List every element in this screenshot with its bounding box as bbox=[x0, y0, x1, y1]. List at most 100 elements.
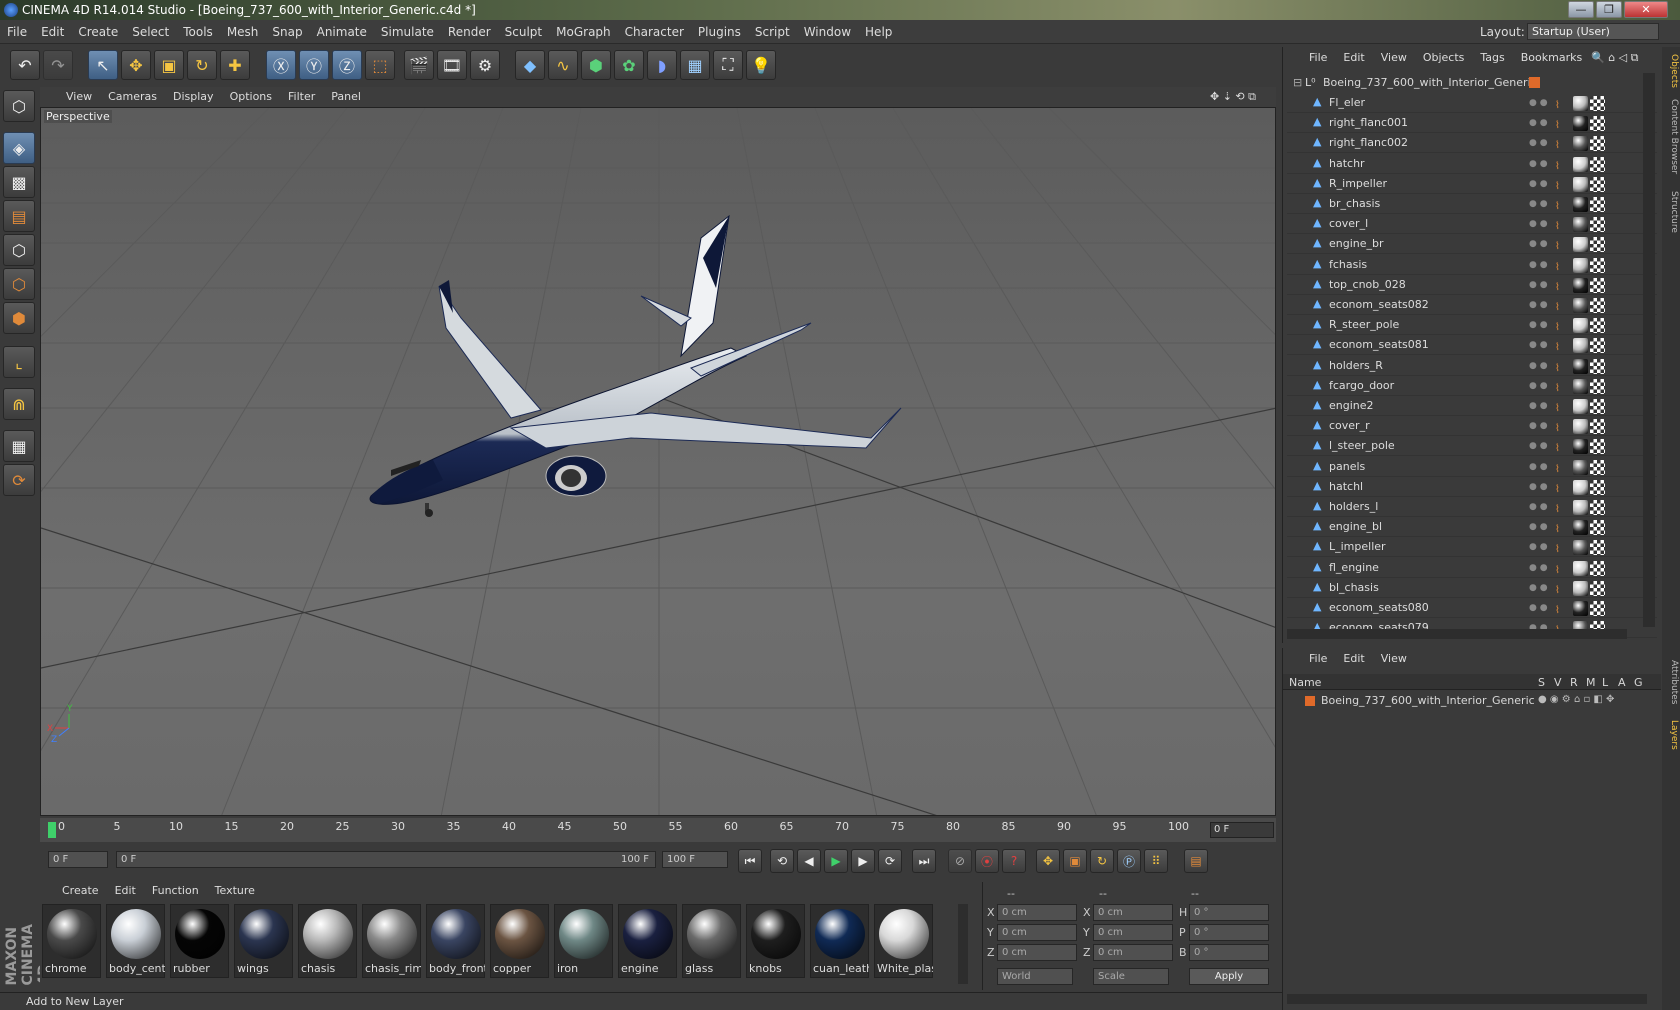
close-button[interactable]: ✕ bbox=[1624, 1, 1668, 18]
phong-tag-icon[interactable]: ⌇ bbox=[1555, 460, 1570, 475]
material-swatch[interactable]: cuan_leath bbox=[810, 904, 869, 978]
world-dropdown[interactable]: World bbox=[997, 968, 1073, 985]
object-row[interactable]: ▲ fcargo_door ● ● ⌇ bbox=[1287, 376, 1657, 396]
maximize-button[interactable]: ❐ bbox=[1596, 1, 1622, 18]
object-menu-view[interactable]: View bbox=[1373, 47, 1415, 69]
layer-color-swatch[interactable] bbox=[1529, 77, 1540, 88]
visibility-dots-icon[interactable]: ● ● bbox=[1529, 497, 1555, 517]
redo-icon[interactable]: ↷ bbox=[43, 50, 73, 80]
polygons-mode-icon[interactable]: ⬢ bbox=[3, 302, 35, 334]
menu-file[interactable]: File bbox=[0, 20, 34, 44]
menu-animate[interactable]: Animate bbox=[310, 20, 374, 44]
phong-tag-icon[interactable]: ⌇ bbox=[1555, 237, 1570, 252]
material-swatch[interactable]: rubber bbox=[170, 904, 229, 978]
axis-mode-icon[interactable]: ⌞ bbox=[3, 346, 35, 378]
key-pla-icon[interactable]: ⠿ bbox=[1144, 849, 1168, 873]
viewport-menu-display[interactable]: Display bbox=[165, 87, 222, 107]
rotate-icon[interactable]: ↻ bbox=[187, 50, 217, 80]
layer-menu-file[interactable]: File bbox=[1301, 648, 1335, 670]
object-menu-file[interactable]: File bbox=[1301, 47, 1335, 69]
texture-tag-icon[interactable] bbox=[1590, 197, 1605, 212]
key-param-icon[interactable]: Ⓟ bbox=[1117, 849, 1141, 873]
expand-toggle-icon[interactable]: ⊟ bbox=[1293, 73, 1302, 92]
phong-tag-icon[interactable]: ⌇ bbox=[1555, 136, 1570, 151]
object-row[interactable]: ▲ l_steer_pole ● ● ⌇ bbox=[1287, 436, 1657, 457]
object-row[interactable]: ▲ bl_chasis ● ● ⌇ bbox=[1287, 578, 1657, 598]
y-axis-lock-icon[interactable]: Ⓨ bbox=[299, 50, 329, 80]
material-menu-texture[interactable]: Texture bbox=[207, 882, 263, 900]
menu-mesh[interactable]: Mesh bbox=[220, 20, 266, 44]
rot-p-field[interactable]: 0 ° bbox=[1189, 924, 1269, 941]
object-row[interactable]: ▲ top_cnob_028 ● ● ⌇ bbox=[1287, 275, 1657, 295]
object-menu-tags[interactable]: Tags bbox=[1472, 47, 1512, 69]
texture-mode-icon[interactable]: ▩ bbox=[3, 166, 35, 198]
z-axis-lock-icon[interactable]: Ⓩ bbox=[332, 50, 362, 80]
phong-tag-icon[interactable]: ⌇ bbox=[1555, 177, 1570, 192]
visibility-dots-icon[interactable]: ● ● bbox=[1529, 457, 1555, 477]
timeline-window-icon[interactable]: ▤ bbox=[1184, 849, 1208, 873]
subdivision-icon[interactable]: ⬢ bbox=[581, 50, 611, 80]
phong-tag-icon[interactable]: ⌇ bbox=[1555, 359, 1570, 374]
material-swatch[interactable]: body_front bbox=[426, 904, 485, 978]
menu-mograph[interactable]: MoGraph bbox=[549, 20, 618, 44]
goto-start-icon[interactable]: ⏮ bbox=[738, 849, 762, 873]
object-row[interactable]: ▲ L_impeller ● ● ⌇ bbox=[1287, 537, 1657, 558]
phong-tag-icon[interactable]: ⌇ bbox=[1555, 96, 1570, 111]
size-y-field[interactable]: 0 cm bbox=[1093, 924, 1173, 941]
material-tag-icon[interactable] bbox=[1573, 378, 1588, 394]
menu-sculpt[interactable]: Sculpt bbox=[498, 20, 549, 44]
material-tag-icon[interactable] bbox=[1573, 116, 1588, 132]
object-row[interactable]: ▲ panels ● ● ⌇ bbox=[1287, 457, 1657, 477]
texture-tag-icon[interactable] bbox=[1590, 338, 1605, 354]
visibility-dots-icon[interactable]: ● ● bbox=[1529, 335, 1555, 355]
visibility-dots-icon[interactable]: ● ● bbox=[1529, 315, 1555, 335]
material-tag-icon[interactable] bbox=[1573, 257, 1588, 273]
render-settings-icon[interactable]: ⚙ bbox=[470, 50, 500, 80]
texture-tag-icon[interactable] bbox=[1590, 580, 1605, 596]
material-tag-icon[interactable] bbox=[1573, 338, 1588, 354]
material-menu-edit[interactable]: Edit bbox=[107, 882, 144, 900]
object-vscrollbar[interactable] bbox=[1643, 73, 1655, 627]
snap-icon[interactable]: ⋒ bbox=[3, 388, 35, 420]
menu-select[interactable]: Select bbox=[125, 20, 176, 44]
object-row[interactable]: ▲ hatchr ● ● ⌇ bbox=[1287, 154, 1657, 174]
tab-content-browser[interactable]: Content Browser bbox=[1663, 97, 1679, 177]
visibility-dots-icon[interactable]: ● ● bbox=[1529, 174, 1555, 194]
object-menu-bookmarks[interactable]: Bookmarks bbox=[1513, 47, 1590, 69]
phong-tag-icon[interactable]: ⌇ bbox=[1555, 480, 1570, 495]
object-row[interactable]: ▲ fl_engine ● ● ⌇ bbox=[1287, 558, 1657, 578]
texture-tag-icon[interactable] bbox=[1590, 318, 1605, 334]
phong-tag-icon[interactable]: ⌇ bbox=[1555, 298, 1570, 313]
menu-render[interactable]: Render bbox=[441, 20, 498, 44]
undo-icon[interactable]: ↶ bbox=[10, 50, 40, 80]
object-row[interactable]: ▲ engine_br ● ● ⌇ bbox=[1287, 234, 1657, 255]
material-tag-icon[interactable] bbox=[1573, 237, 1588, 253]
texture-tag-icon[interactable] bbox=[1590, 217, 1605, 233]
material-menu-create[interactable]: Create bbox=[54, 882, 107, 900]
phong-tag-icon[interactable]: ⌇ bbox=[1555, 439, 1570, 454]
material-tag-icon[interactable] bbox=[1573, 399, 1588, 414]
visibility-dots-icon[interactable]: ● ● bbox=[1529, 396, 1555, 416]
object-row[interactable]: ▲ fchasis ● ● ⌇ bbox=[1287, 255, 1657, 275]
object-row[interactable]: ▲ right_flanc002 ● ● ⌇ bbox=[1287, 133, 1657, 154]
coordinate-system-icon[interactable]: ⬚ bbox=[365, 50, 395, 80]
phong-tag-icon[interactable]: ⌇ bbox=[1555, 217, 1570, 232]
material-tag-icon[interactable] bbox=[1573, 439, 1588, 455]
texture-tag-icon[interactable] bbox=[1590, 479, 1605, 495]
minimize-button[interactable]: — bbox=[1568, 1, 1594, 18]
material-tag-icon[interactable] bbox=[1573, 136, 1588, 152]
phong-tag-icon[interactable]: ⌇ bbox=[1555, 338, 1570, 353]
texture-tag-icon[interactable] bbox=[1590, 237, 1605, 253]
render-view-icon[interactable]: 🎬 bbox=[404, 50, 434, 80]
perspective-viewport[interactable]: X Y Z Perspective bbox=[40, 107, 1276, 816]
cube-icon[interactable]: ◆ bbox=[515, 50, 545, 80]
tab-layers[interactable]: Layers bbox=[1663, 715, 1679, 755]
layer-hscrollbar[interactable] bbox=[1287, 994, 1647, 1004]
deformer-icon[interactable]: ◗ bbox=[647, 50, 677, 80]
visibility-dots-icon[interactable]: ● ● bbox=[1529, 154, 1555, 174]
visibility-dots-icon[interactable]: ● ● bbox=[1529, 194, 1555, 214]
layer-toggle-icons[interactable]: ● ◉ ⚙ ⌂ ▫ ◧ ✥ bbox=[1538, 694, 1614, 705]
material-tag-icon[interactable] bbox=[1573, 580, 1588, 596]
texture-tag-icon[interactable] bbox=[1590, 439, 1605, 455]
viewport-nav-icons[interactable]: ✥ ⇣ ⟲ ⧉ bbox=[1210, 87, 1256, 107]
